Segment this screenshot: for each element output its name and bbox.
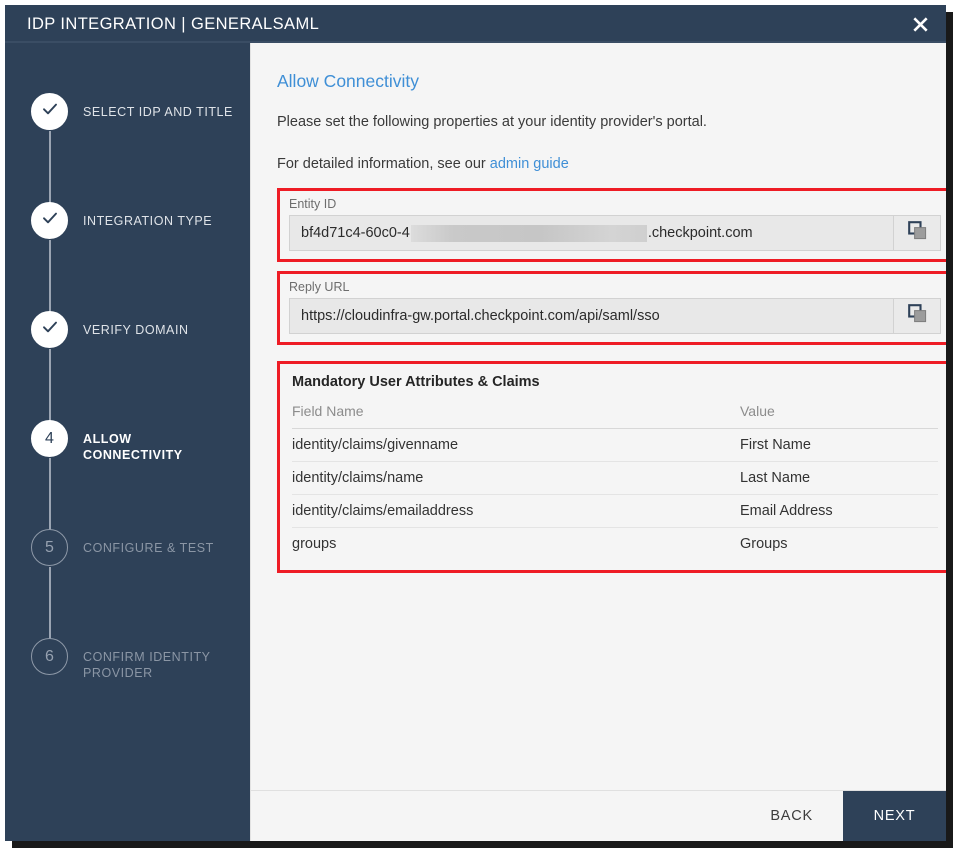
intro-text: Please set the following properties at y… bbox=[277, 114, 707, 130]
step-connector bbox=[49, 567, 51, 639]
reply-url-highlight: Reply URL https://cloudinfra-gw.portal.c… bbox=[277, 271, 946, 345]
claims-title: Mandatory User Attributes & Claims bbox=[292, 374, 540, 390]
claim-field-name: groups bbox=[292, 536, 337, 552]
column-header-value: Value bbox=[740, 403, 938, 429]
idp-integration-dialog: IDP INTEGRATION | GENERALSAML SELECT IDP… bbox=[5, 5, 946, 841]
entity-id-value-suffix: .checkpoint.com bbox=[647, 225, 753, 241]
detail-text: For detailed information, see our admin … bbox=[277, 156, 946, 172]
content-area: Allow Connectivity Please set the follow… bbox=[251, 43, 946, 790]
step-label: INTEGRATION TYPE bbox=[83, 214, 213, 228]
reply-url-value[interactable]: https://cloudinfra-gw.portal.checkpoint.… bbox=[289, 298, 894, 334]
table-row: identity/claims/name Last Name bbox=[292, 461, 938, 495]
entity-id-copy-button[interactable] bbox=[894, 215, 941, 251]
step-marker bbox=[31, 93, 68, 130]
step-number: 5 bbox=[45, 538, 54, 556]
step-connector bbox=[49, 131, 51, 203]
table-row: identity/claims/emailaddress Email Addre… bbox=[292, 494, 938, 528]
sidebar-step-integration-type[interactable]: INTEGRATION TYPE bbox=[5, 202, 250, 312]
step-marker bbox=[31, 311, 68, 348]
claims-highlight: Mandatory User Attributes & Claims Field… bbox=[277, 361, 946, 573]
step-marker: 6 bbox=[31, 638, 68, 675]
dialog-body: SELECT IDP AND TITLE INTEGRATION TYPE VE… bbox=[5, 43, 946, 841]
sidebar-step-configure-and-test[interactable]: 5 CONFIGURE & TEST bbox=[5, 529, 250, 639]
step-label: VERIFY DOMAIN bbox=[83, 323, 189, 337]
entity-id-row: bf4d71c4-60c0-4 .checkpoint.com bbox=[289, 215, 941, 251]
entity-id-value-prefix: bf4d71c4-60c0-4 bbox=[301, 225, 410, 241]
entity-id-label: Entity ID bbox=[289, 197, 337, 211]
table-row: groups Groups bbox=[292, 528, 938, 561]
close-icon bbox=[912, 16, 929, 33]
sidebar-step-verify-domain[interactable]: VERIFY DOMAIN bbox=[5, 311, 250, 421]
check-icon bbox=[40, 99, 60, 124]
admin-guide-link[interactable]: admin guide bbox=[490, 156, 569, 172]
claim-field-name: identity/claims/name bbox=[292, 461, 740, 495]
claim-value: Last Name bbox=[740, 461, 938, 495]
redacted-block bbox=[410, 224, 647, 242]
step-connector bbox=[49, 349, 51, 421]
claim-value: Email Address bbox=[740, 494, 938, 528]
back-button[interactable]: BACK bbox=[740, 791, 843, 841]
check-icon bbox=[40, 208, 60, 233]
step-marker: 4 bbox=[31, 420, 68, 457]
reply-url-copy-button[interactable] bbox=[894, 298, 941, 334]
entity-id-value[interactable]: bf4d71c4-60c0-4 .checkpoint.com bbox=[289, 215, 894, 251]
copy-icon bbox=[907, 303, 928, 329]
dialog-footer: BACK NEXT bbox=[251, 790, 946, 841]
detail-text-prefix: For detailed information, see our bbox=[277, 156, 490, 172]
page-title: Allow Connectivity bbox=[277, 71, 419, 91]
sidebar-step-select-idp-and-title[interactable]: SELECT IDP AND TITLE bbox=[5, 93, 250, 203]
reply-url-label: Reply URL bbox=[289, 280, 350, 294]
table-row: identity/claims/givenname First Name bbox=[292, 428, 938, 462]
reply-url-row: https://cloudinfra-gw.portal.checkpoint.… bbox=[289, 298, 941, 334]
claims-table: Field Name Value identity/claims/givenna… bbox=[292, 403, 938, 560]
step-number: 6 bbox=[45, 647, 54, 665]
table-header-row: Field Name Value bbox=[292, 403, 938, 429]
close-button[interactable] bbox=[894, 5, 946, 43]
step-connector bbox=[49, 240, 51, 312]
entity-id-highlight: Entity ID bf4d71c4-60c0-4 .checkpoint.com bbox=[277, 188, 946, 262]
step-label: CONFIRM IDENTITY PROVIDER bbox=[83, 650, 211, 680]
claim-field-name: identity/claims/emailaddress bbox=[292, 494, 740, 528]
step-label: CONFIGURE & TEST bbox=[83, 541, 214, 555]
check-icon bbox=[40, 317, 60, 342]
dialog-title: IDP INTEGRATION | GENERALSAML bbox=[27, 14, 320, 33]
step-marker bbox=[31, 202, 68, 239]
claim-field-name: identity/claims/givenname bbox=[292, 428, 740, 462]
column-header-field-name: Field Name bbox=[292, 403, 740, 429]
copy-icon bbox=[907, 220, 928, 246]
dialog-titlebar: IDP INTEGRATION | GENERALSAML bbox=[5, 5, 946, 43]
claim-value: Groups bbox=[740, 536, 788, 552]
wizard-stepper: SELECT IDP AND TITLE INTEGRATION TYPE VE… bbox=[5, 43, 250, 841]
sidebar-step-allow-connectivity[interactable]: 4 ALLOW CONNECTIVITY bbox=[5, 420, 250, 530]
content-panel: Allow Connectivity Please set the follow… bbox=[250, 43, 946, 841]
next-button[interactable]: NEXT bbox=[843, 791, 946, 841]
sidebar-step-confirm-identity-provider[interactable]: 6 CONFIRM IDENTITY PROVIDER bbox=[5, 638, 250, 681]
step-marker: 5 bbox=[31, 529, 68, 566]
claim-value: First Name bbox=[740, 428, 938, 462]
step-connector bbox=[49, 458, 51, 530]
step-number: 4 bbox=[45, 429, 54, 447]
step-label: SELECT IDP AND TITLE bbox=[83, 105, 233, 119]
step-label: ALLOW CONNECTIVITY bbox=[83, 432, 183, 462]
